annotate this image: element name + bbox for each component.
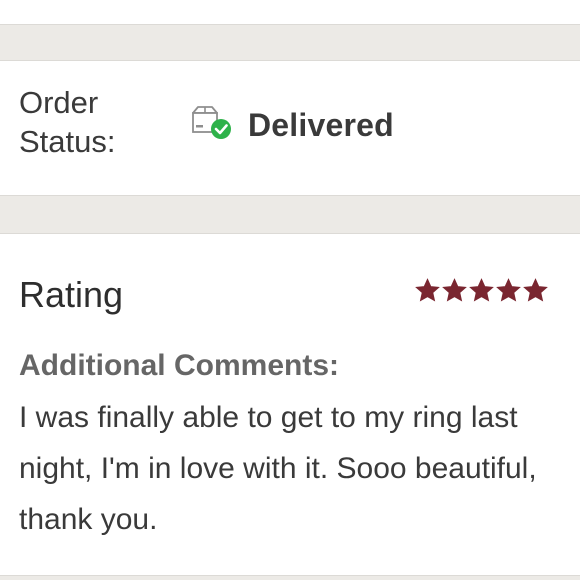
star-rating (414, 277, 549, 304)
order-status-value: Delivered (248, 106, 394, 143)
review-card: Rating Additional Comments: I was finall… (0, 233, 580, 576)
star-icon (495, 277, 522, 304)
star-icon (468, 277, 495, 304)
additional-comments-text: I was finally able to get to my ring las… (19, 401, 537, 536)
rating-label: Rating (19, 274, 124, 315)
star-icon (441, 277, 468, 304)
star-icon (414, 277, 441, 304)
additional-comments-heading: Additional Comments: (19, 349, 339, 382)
order-status-card: Order Status: Delivered (0, 60, 580, 196)
delivered-box-check-icon (190, 105, 234, 145)
top-band (0, 0, 580, 25)
star-icon (522, 277, 549, 304)
order-status-value-group: Delivered (190, 105, 394, 145)
order-status-label: Order Status: (19, 85, 116, 159)
